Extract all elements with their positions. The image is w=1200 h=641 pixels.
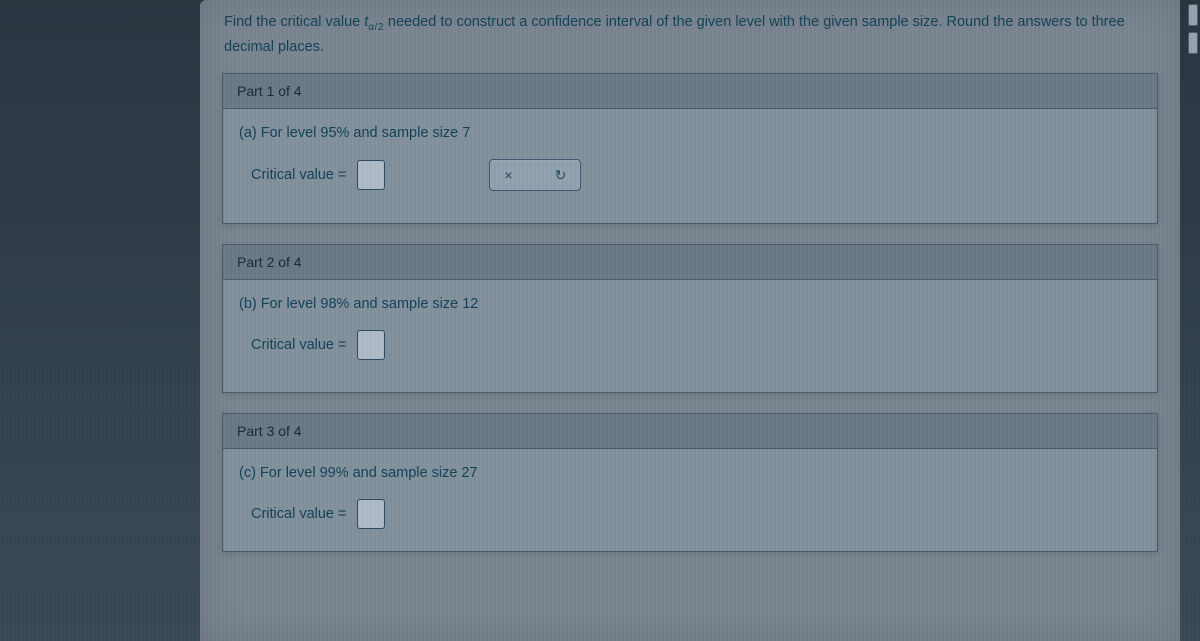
clear-icon[interactable]: × xyxy=(500,166,518,184)
sub-question: (b) For level 98% and sample size 12 xyxy=(239,296,1141,312)
part-header: Part 3 of 4 xyxy=(223,414,1157,449)
question-page: Find the critical value tα/2 needed to c… xyxy=(200,0,1180,641)
part-body: (a) For level 95% and sample size 7 Crit… xyxy=(223,109,1157,223)
critical-value-input[interactable] xyxy=(357,160,385,190)
answer-row: Critical value = xyxy=(239,330,1141,360)
instruction-prefix: Find the critical value xyxy=(224,14,364,30)
handle-icon[interactable] xyxy=(1188,32,1198,54)
answer-label: Critical value = xyxy=(251,506,347,522)
part-block-1: Part 1 of 4 (a) For level 95% and sample… xyxy=(222,73,1158,224)
part-block-3: Part 3 of 4 (c) For level 99% and sample… xyxy=(222,413,1158,552)
part-body: (c) For level 99% and sample size 27 Cri… xyxy=(223,449,1157,551)
critical-value-input[interactable] xyxy=(357,499,385,529)
part-header: Part 1 of 4 xyxy=(223,74,1157,109)
part-block-2: Part 2 of 4 (b) For level 98% and sample… xyxy=(222,244,1158,393)
answer-label: Critical value = xyxy=(251,167,347,183)
answer-row: Critical value = xyxy=(239,499,1141,529)
sub-question: (c) For level 99% and sample size 27 xyxy=(239,465,1141,481)
input-controls: × ↻ xyxy=(489,159,581,191)
instruction-text: Find the critical value tα/2 needed to c… xyxy=(200,0,1180,73)
t-subscript: α/2 xyxy=(368,22,384,33)
part-body: (b) For level 98% and sample size 12 Cri… xyxy=(223,280,1157,392)
answer-row: Critical value = × ↻ xyxy=(239,159,1141,191)
reset-icon[interactable]: ↻ xyxy=(552,166,570,184)
critical-value-input[interactable] xyxy=(357,330,385,360)
sub-question: (a) For level 95% and sample size 7 xyxy=(239,125,1141,141)
handle-icon[interactable] xyxy=(1188,4,1198,26)
answer-label: Critical value = xyxy=(251,337,347,353)
side-handles xyxy=(1186,4,1200,64)
part-header: Part 2 of 4 xyxy=(223,245,1157,280)
